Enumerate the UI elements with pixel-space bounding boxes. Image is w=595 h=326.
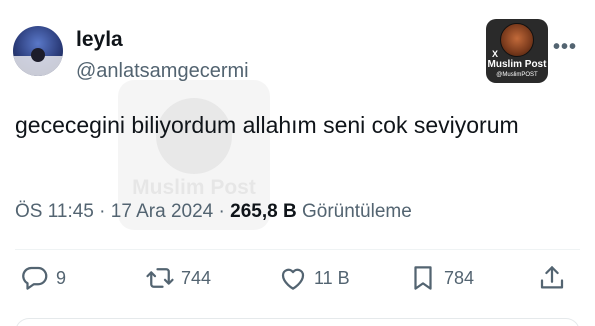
tweet-time[interactable]: ÖS 11:45 bbox=[15, 201, 94, 222]
reply-count: 9 bbox=[56, 267, 67, 288]
tweet-date[interactable]: 17 Ara 2024 bbox=[111, 201, 213, 222]
avatar-figure bbox=[31, 48, 45, 62]
badge-face bbox=[500, 23, 534, 57]
tweet-meta: ÖS 11:45 · 17 Ara 2024 · 265,8 B Görüntü… bbox=[15, 201, 412, 223]
bookmark-count: 784 bbox=[444, 267, 475, 288]
repost-button[interactable]: 744 bbox=[145, 262, 211, 294]
more-icon[interactable]: ••• bbox=[553, 36, 577, 59]
reply-box-edge bbox=[15, 318, 580, 326]
badge-name: Muslim Post bbox=[487, 59, 547, 70]
like-count: 11 B bbox=[314, 267, 350, 288]
views-label: Görüntüleme bbox=[301, 201, 412, 222]
repost-count: 744 bbox=[181, 267, 212, 288]
tweet-text: gececegini biliyordum allahım seni cok s… bbox=[15, 112, 519, 138]
share-icon bbox=[540, 266, 564, 289]
share-button[interactable] bbox=[537, 262, 567, 294]
meta-separator: · bbox=[213, 201, 231, 222]
divider bbox=[15, 249, 580, 250]
x-logo-icon: X bbox=[492, 49, 499, 59]
avatar[interactable] bbox=[13, 26, 63, 76]
like-button[interactable]: 11 B bbox=[278, 262, 350, 294]
heart-icon bbox=[281, 268, 305, 290]
author-name[interactable]: leyla bbox=[76, 28, 123, 52]
muslim-post-badge: X Muslim Post @MuslimPOST bbox=[486, 19, 548, 83]
repost-icon bbox=[146, 268, 174, 288]
tweet: leyla @anlatsamgecermi X Muslim Post @Mu… bbox=[0, 0, 595, 326]
reply-icon bbox=[22, 266, 48, 290]
badge-handle: @MuslimPOST bbox=[496, 72, 538, 78]
bookmark-button[interactable]: 784 bbox=[408, 262, 474, 294]
view-count: 265,8 B bbox=[230, 201, 297, 222]
watermark-name: Muslim Post bbox=[132, 176, 256, 199]
bookmark-icon bbox=[414, 266, 432, 290]
meta-separator: · bbox=[93, 201, 111, 222]
reply-button[interactable]: 9 bbox=[20, 262, 66, 294]
